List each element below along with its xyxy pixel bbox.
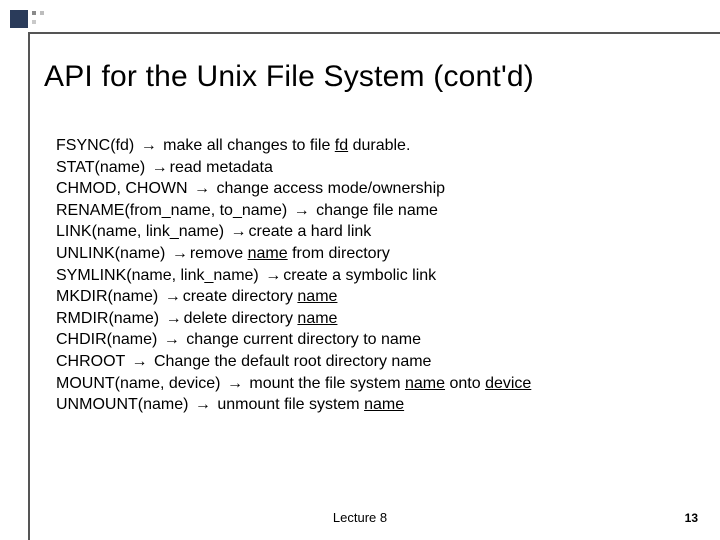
api-underline: fd: [335, 137, 348, 154]
api-line-mount: MOUNT(name, device) → mount the file sys…: [56, 373, 676, 395]
footer-lecture: Lecture 8: [0, 510, 720, 525]
api-desc: remove: [190, 245, 248, 262]
api-desc: create directory: [183, 288, 298, 305]
arrow-icon: →: [150, 157, 170, 179]
api-desc: delete directory: [184, 310, 298, 327]
api-call: CHMOD, CHOWN: [56, 180, 188, 197]
arrow-icon: →: [163, 286, 183, 308]
api-line-symlink: SYMLINK(name, link_name) →create a symbo…: [56, 265, 676, 287]
api-call: RMDIR(name): [56, 310, 159, 327]
api-call: MKDIR(name): [56, 288, 158, 305]
api-desc: Change the default root directory name: [150, 353, 432, 370]
api-desc: make all changes to file: [159, 137, 335, 154]
api-line-link: LINK(name, link_name) →create a hard lin…: [56, 221, 676, 243]
arrow-icon: →: [193, 394, 213, 416]
api-desc: read metadata: [170, 159, 273, 176]
api-underline: name: [248, 245, 288, 262]
api-call: RENAME(from_name, to_name): [56, 202, 287, 219]
api-desc: onto: [445, 375, 485, 392]
arrow-icon: →: [225, 373, 245, 395]
api-line-mkdir: MKDIR(name) →create directory name: [56, 286, 676, 308]
decor-line-vertical: [28, 32, 30, 540]
arrow-icon: →: [192, 178, 212, 200]
decor-line-horizontal: [28, 32, 720, 34]
api-call: STAT(name): [56, 159, 145, 176]
api-desc: change access mode/ownership: [212, 180, 445, 197]
arrow-icon: →: [263, 265, 283, 287]
arrow-icon: →: [164, 308, 184, 330]
api-line-unmount: UNMOUNT(name) → unmount file system name: [56, 394, 676, 416]
api-desc: change current directory to name: [182, 331, 421, 348]
arrow-icon: →: [170, 243, 190, 265]
arrow-icon: →: [292, 200, 312, 222]
arrow-icon: →: [139, 135, 159, 157]
decor-square: [10, 10, 28, 28]
arrow-icon: →: [229, 221, 249, 243]
api-line-unlink: UNLINK(name) →remove name from directory: [56, 243, 676, 265]
api-line-rmdir: RMDIR(name) →delete directory name: [56, 308, 676, 330]
api-call: CHROOT: [56, 353, 125, 370]
arrow-icon: →: [162, 329, 182, 351]
arrow-icon: →: [130, 351, 150, 373]
api-underline: device: [485, 375, 531, 392]
api-call: UNMOUNT(name): [56, 396, 188, 413]
decor-dot: [32, 11, 36, 15]
api-line-stat: STAT(name) →read metadata: [56, 157, 676, 179]
api-line-chdir: CHDIR(name) → change current directory t…: [56, 329, 676, 351]
api-line-fsync: FSYNC(fd) → make all changes to file fd …: [56, 135, 676, 157]
api-call: SYMLINK(name, link_name): [56, 267, 259, 284]
api-desc: unmount file system: [213, 396, 364, 413]
api-underline: name: [297, 310, 337, 327]
api-underline: name: [405, 375, 445, 392]
decor-dot: [32, 20, 36, 24]
api-underline: name: [364, 396, 404, 413]
api-line-rename: RENAME(from_name, to_name) → change file…: [56, 200, 676, 222]
api-call: CHDIR(name): [56, 331, 157, 348]
api-underline: name: [297, 288, 337, 305]
slide-body: FSYNC(fd) → make all changes to file fd …: [56, 135, 676, 416]
api-desc: durable.: [348, 137, 410, 154]
api-call: LINK(name, link_name): [56, 223, 224, 240]
api-line-chmod-chown: CHMOD, CHOWN → change access mode/owners…: [56, 178, 676, 200]
decor-dot: [40, 11, 44, 15]
api-desc: change file name: [312, 202, 438, 219]
slide-title: API for the Unix File System (cont'd): [44, 60, 534, 94]
api-desc: create a hard link: [249, 223, 372, 240]
api-call: FSYNC(fd): [56, 137, 134, 154]
api-call: MOUNT(name, device): [56, 375, 220, 392]
api-desc: create a symbolic link: [283, 267, 436, 284]
api-desc: mount the file system: [245, 375, 405, 392]
footer-page-number: 13: [685, 511, 698, 525]
api-line-chroot: CHROOT → Change the default root directo…: [56, 351, 676, 373]
api-call: UNLINK(name): [56, 245, 165, 262]
api-desc: from directory: [288, 245, 390, 262]
